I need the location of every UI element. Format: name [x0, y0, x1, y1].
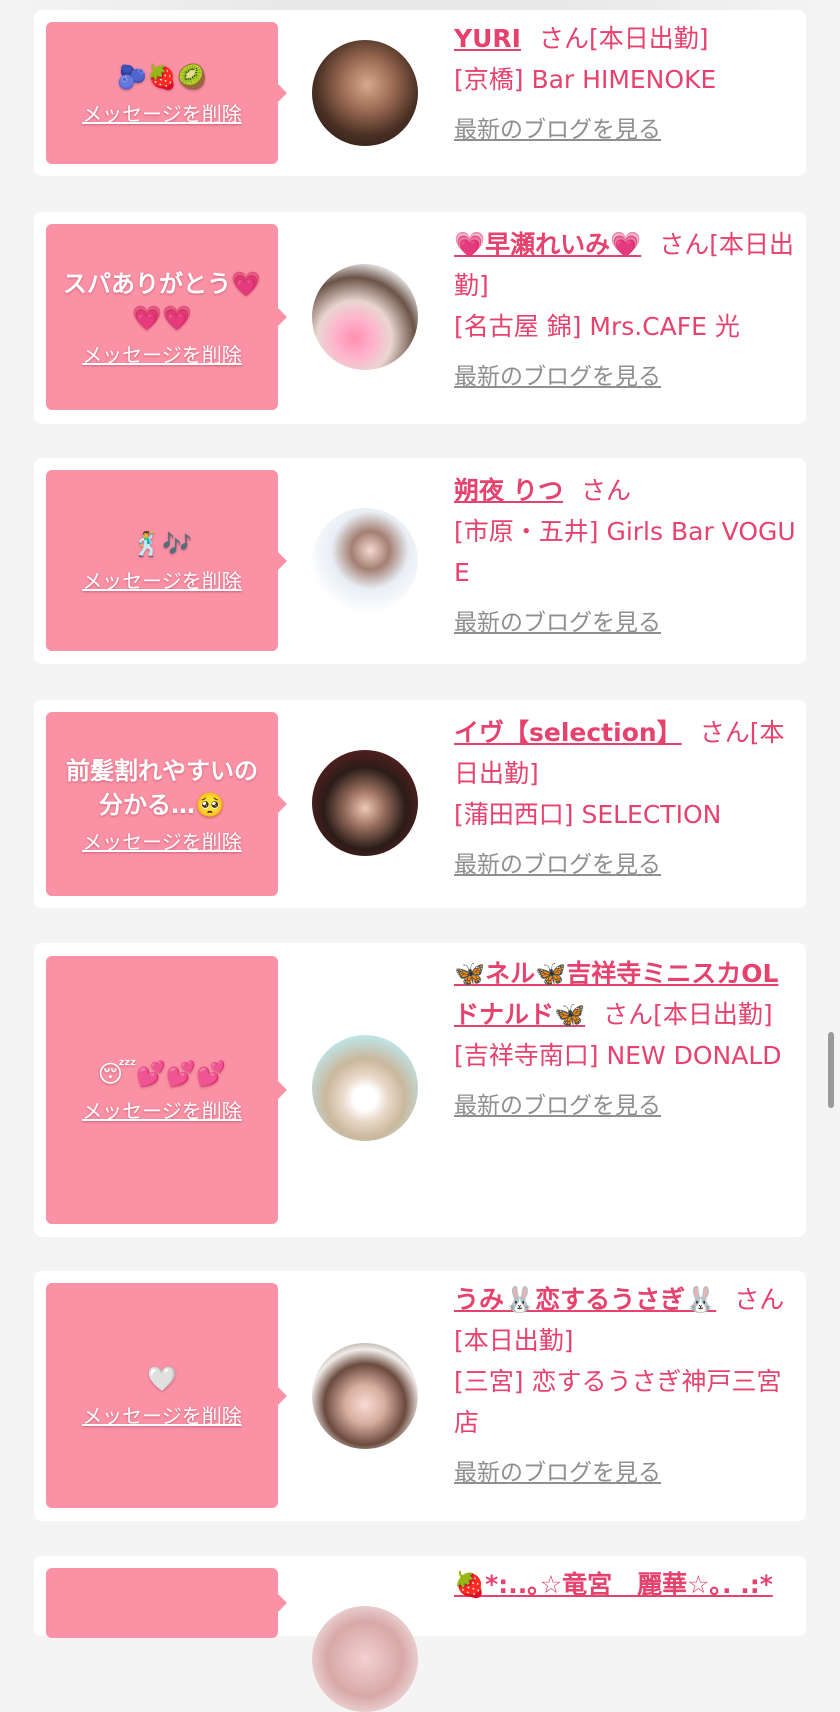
latest-blog-link[interactable]: 最新のブログを見る [454, 1453, 796, 1494]
avatar[interactable] [312, 1343, 418, 1449]
avatar[interactable] [312, 508, 418, 614]
message-card: 🕺🎶 メッセージを削除 朔夜 りつ さん [市原・五井] Girls Bar VO… [34, 458, 806, 664]
status-suffix: [本日出勤] [454, 1326, 574, 1355]
latest-blog-link[interactable]: 最新のブログを見る [454, 110, 796, 151]
message-card: 😴💕💕💕 メッセージを削除 🦋ネル🦋吉祥寺ミニスカOLドナルド🦋 さん[本日出勤]… [34, 943, 806, 1237]
profile-info: 🦋ネル🦋吉祥寺ミニスカOLドナルド🦋 さん[本日出勤] [吉祥寺南口] NEW D… [454, 953, 796, 1127]
profile-info: うみ🐰恋するうさぎ🐰 さん [本日出勤] [三宮] 恋するうさぎ神戸三宮店 最新のブ… [454, 1279, 796, 1494]
shop-name: [名古屋 錦] Mrs.CAFE 光 [454, 312, 740, 341]
shop-name: [三宮] 恋するうさぎ神戸三宮店 [454, 1367, 782, 1437]
status-suffix: [本日出勤] [653, 1000, 773, 1029]
message-text: 🤍 [147, 1365, 177, 1393]
profile-info: 朔夜 りつ さん [市原・五井] Girls Bar VOGUE 最新のブログを見… [454, 470, 796, 644]
scrollbar-thumb[interactable] [828, 1032, 834, 1108]
avatar[interactable] [312, 40, 418, 146]
honorific: さん [659, 230, 710, 259]
profile-name-link[interactable]: YURI [454, 24, 521, 53]
honorific: さん [734, 1285, 785, 1314]
honorific: さん [538, 24, 589, 53]
avatar[interactable] [312, 1035, 418, 1141]
message-bubble: 🫐🍓🥝 メッセージを削除 [46, 22, 287, 164]
message-text: スパありがとう💗💗💗 [63, 269, 261, 332]
profile-name-link[interactable]: イヴ【selection】 [454, 718, 682, 747]
message-card: 前髪割れやすいの分かる…🥺 メッセージを削除 イヴ【selection】 さん[本… [34, 700, 806, 908]
profile-info: 💗早瀬れいみ💗 さん[本日出勤] [名古屋 錦] Mrs.CAFE 光 最新のブロ… [454, 224, 796, 398]
profile-info: イヴ【selection】 さん[本日出勤] [蒲田西口] SELECTION 最… [454, 712, 796, 886]
latest-blog-link[interactable]: 最新のブログを見る [454, 845, 796, 886]
message-bubble [46, 1568, 287, 1638]
message-card: スパありがとう💗💗💗 メッセージを削除 💗早瀬れいみ💗 さん[本日出勤] [名古屋… [34, 212, 806, 424]
shop-name: [蒲田西口] SELECTION [454, 800, 722, 829]
message-card: 🍓*:..｡☆竜宮 麗華☆｡. .:* [34, 1556, 806, 1712]
shop-name: [市原・五井] Girls Bar VOGUE [454, 517, 796, 587]
honorific: さん [580, 476, 631, 505]
profile-info: 🍓*:..｡☆竜宮 麗華☆｡. .:* [454, 1564, 796, 1605]
shop-name: [京橋] Bar HIMENOKE [454, 65, 717, 94]
profile-name-link[interactable]: 朔夜 りつ [454, 476, 563, 505]
delete-message-link[interactable]: メッセージを削除 [82, 826, 242, 855]
message-card: 🤍 メッセージを削除 うみ🐰恋するうさぎ🐰 さん [本日出勤] [三宮] 恋するうさ… [34, 1271, 806, 1521]
profile-name-link[interactable]: 💗早瀬れいみ💗 [454, 230, 641, 259]
honorific: さん [603, 1000, 654, 1029]
delete-message-link[interactable]: メッセージを削除 [82, 1400, 242, 1429]
message-text: 🫐🍓🥝 [117, 62, 207, 91]
status-suffix: [本日出勤] [588, 24, 709, 53]
message-bubble: 🤍 メッセージを削除 [46, 1283, 287, 1508]
profile-name-link[interactable]: 🍓*:..｡☆竜宮 麗華☆｡. .:* [454, 1570, 773, 1599]
message-bubble: スパありがとう💗💗💗 メッセージを削除 [46, 224, 287, 410]
message-bubble: 🕺🎶 メッセージを削除 [46, 470, 287, 651]
honorific: さん [699, 718, 750, 747]
delete-message-link[interactable]: メッセージを削除 [82, 565, 242, 594]
message-bubble: 前髪割れやすいの分かる…🥺 メッセージを削除 [46, 712, 287, 896]
latest-blog-link[interactable]: 最新のブログを見る [454, 1086, 796, 1127]
delete-message-link[interactable]: メッセージを削除 [82, 1095, 242, 1124]
latest-blog-link[interactable]: 最新のブログを見る [454, 357, 796, 398]
profile-info: YURI さん[本日出勤] [京橋] Bar HIMENOKE 最新のブログを見る [454, 18, 796, 151]
message-text: 🕺🎶 [132, 530, 192, 558]
avatar[interactable] [312, 264, 418, 370]
message-bubble: 😴💕💕💕 メッセージを削除 [46, 956, 287, 1224]
latest-blog-link[interactable]: 最新のブログを見る [454, 603, 796, 644]
message-text: 😴💕💕💕 [97, 1059, 227, 1088]
avatar[interactable] [312, 750, 418, 856]
message-text: 前髪割れやすいの分かる…🥺 [66, 756, 258, 819]
shop-name: [吉祥寺南口] NEW DONALD [454, 1041, 782, 1070]
avatar[interactable] [312, 1606, 418, 1712]
profile-name-link[interactable]: うみ🐰恋するうさぎ🐰 [454, 1285, 716, 1314]
delete-message-link[interactable]: メッセージを削除 [82, 339, 242, 368]
delete-message-link[interactable]: メッセージを削除 [82, 98, 242, 127]
message-card: 🫐🍓🥝 メッセージを削除 YURI さん[本日出勤] [京橋] Bar HIMEN… [34, 10, 806, 176]
